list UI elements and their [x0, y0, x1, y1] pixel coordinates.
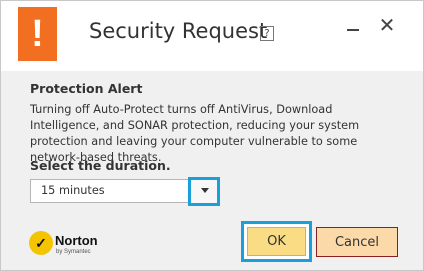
logo-check-glyph: ✓: [35, 235, 47, 251]
checkmark-icon: ✓: [29, 231, 53, 255]
alert-message: Turning off Auto-Protect turns off AntiV…: [30, 103, 360, 164]
duration-selected-value: 15 minutes: [41, 184, 105, 197]
duration-label: Select the duration.: [30, 158, 171, 173]
title-bar: ! Security Request ? ✕: [1, 1, 423, 71]
close-button[interactable]: ✕: [377, 14, 397, 36]
cancel-button[interactable]: Cancel: [316, 227, 398, 257]
warning-glyph: !: [31, 13, 44, 55]
warning-icon: !: [18, 7, 57, 61]
brand-name: Norton: [55, 233, 98, 248]
ok-button-label: OK: [247, 227, 306, 256]
help-icon[interactable]: ?: [260, 26, 274, 41]
ok-button[interactable]: OK: [241, 221, 312, 262]
protection-alert-heading: Protection Alert: [30, 81, 143, 96]
security-request-dialog: ! Security Request ? ✕ Protection Alert …: [0, 0, 424, 271]
chevron-down-icon[interactable]: [188, 177, 220, 206]
dialog-title: Security Request: [89, 19, 268, 43]
minimize-button[interactable]: [344, 19, 362, 37]
norton-logo: ✓ Norton by Symantec: [29, 229, 109, 263]
duration-select[interactable]: 15 minutes: [30, 177, 220, 206]
brand-tagline: by Symantec: [56, 249, 91, 255]
dialog-body: Protection Alert Turning off Auto-Protec…: [1, 71, 423, 270]
